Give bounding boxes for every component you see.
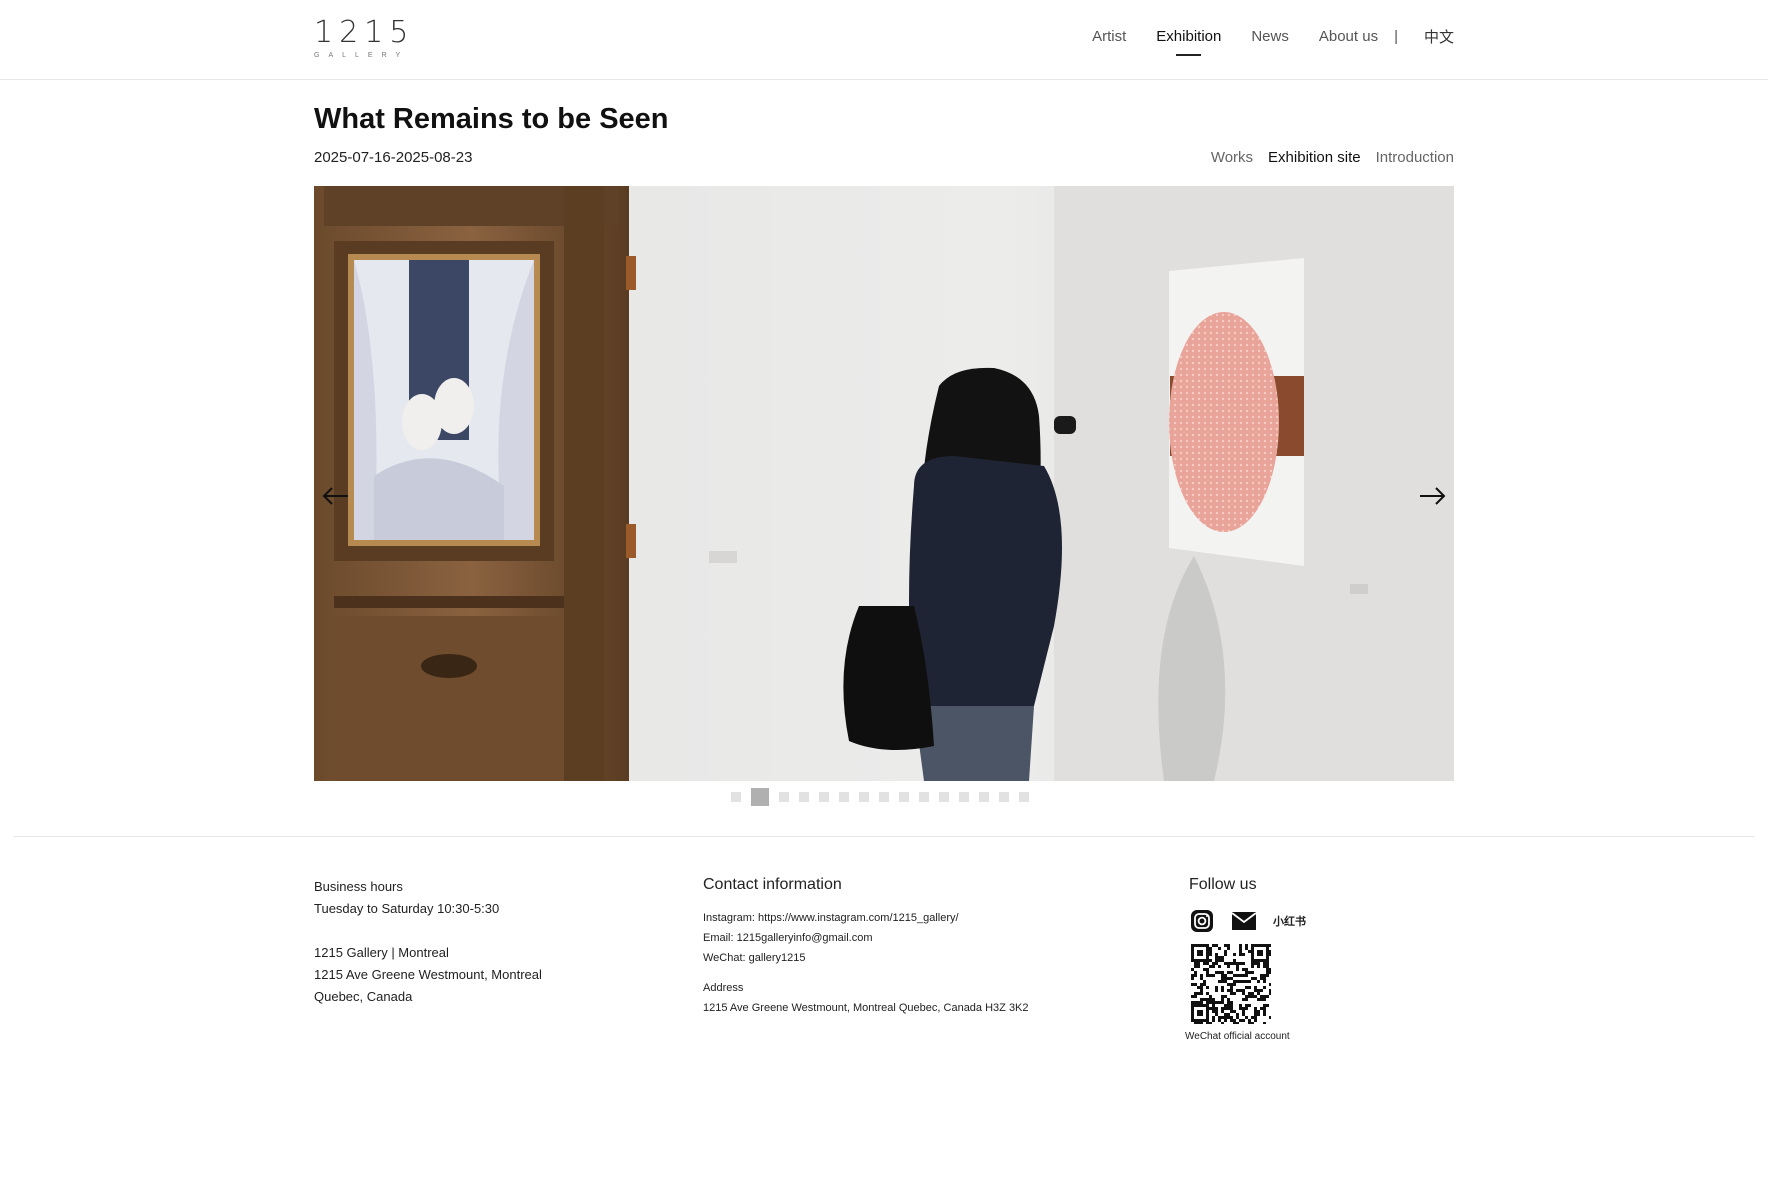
tab-exhibition-site[interactable]: Exhibition site [1268,149,1361,166]
site-header: 1215 GALLERY Artist Exhibition News Abou… [0,0,1768,80]
tab-introduction[interactable]: Introduction [1376,149,1454,166]
carousel-dot[interactable] [899,792,909,802]
main-nav: Artist Exhibition News About us | 中文 [1062,26,1454,56]
carousel-dot[interactable] [779,792,789,802]
wechat-qr-code [1189,942,1272,1025]
exhibition-site-photo [314,186,1454,781]
gallery-logo[interactable]: 1215 GALLERY [314,18,424,62]
email-link[interactable]: Email: 1215galleryinfo@gmail.com [703,928,1029,948]
nav-about-us[interactable]: About us [1319,28,1378,45]
arrow-left-icon[interactable] [320,480,352,512]
business-hours-label: Business hours [314,879,403,894]
carousel-dot[interactable] [751,788,769,806]
contact-address: 1215 Ave Greene Westmount, Montreal Queb… [703,1002,1029,1014]
contact-heading: Contact information [703,876,842,893]
follow-heading: Follow us [1189,876,1257,893]
nav-news[interactable]: News [1251,28,1289,45]
carousel-dot[interactable] [819,792,829,802]
business-hours: Tuesday to Saturday 10:30-5:30 [314,901,500,916]
exhibition-photo-carousel[interactable] [314,186,1454,781]
mail-icon[interactable] [1231,908,1257,934]
instagram-icon[interactable] [1189,908,1215,934]
xiaohongshu-icon[interactable]: 小红书 [1273,913,1306,929]
instagram-link[interactable]: Instagram: https://www.instagram.com/121… [703,908,1029,928]
nav-separator: | [1394,28,1398,45]
carousel-dot[interactable] [919,792,929,802]
exhibition-dates: 2025-07-16-2025-08-23 [314,149,473,166]
arrow-right-icon[interactable] [1416,480,1448,512]
social-links: 小红书 [1189,908,1306,934]
contact-info: Contact information Instagram: https://w… [703,876,1029,1018]
follow-us: Follow us 小红书 WeChat official account [1185,876,1306,1042]
business-info: Business hours Tuesday to Saturday 10:30… [314,876,542,1008]
carousel-dot[interactable] [999,792,1009,802]
carousel-dot[interactable] [879,792,889,802]
logo-number: 1215 [314,15,415,50]
logo-subtitle: GALLERY [314,52,410,59]
carousel-dot[interactable] [859,792,869,802]
carousel-dot[interactable] [839,792,849,802]
carousel-dot[interactable] [799,792,809,802]
carousel-pagination [731,788,1039,806]
exhibition-subnav: Works Exhibition site Introduction [1196,149,1454,166]
carousel-dot[interactable] [731,792,741,802]
address-line-1: 1215 Ave Greene Westmount, Montreal [314,967,542,982]
carousel-dot[interactable] [1019,792,1029,802]
language-switch[interactable]: 中文 [1424,26,1454,47]
carousel-dot[interactable] [939,792,949,802]
address-line-2: Quebec, Canada [314,989,413,1004]
nav-artist[interactable]: Artist [1092,28,1126,45]
nav-exhibition[interactable]: Exhibition [1156,28,1221,56]
carousel-dot[interactable] [979,792,989,802]
tab-works[interactable]: Works [1211,149,1253,166]
gallery-name: 1215 Gallery | Montreal [314,945,449,960]
exhibition-title: What Remains to be Seen [314,103,669,135]
footer-divider [14,836,1754,837]
wechat-id: WeChat: gallery1215 [703,952,806,964]
qr-caption: WeChat official account [1185,1031,1290,1042]
address-label: Address [703,982,744,994]
carousel-dot[interactable] [959,792,969,802]
